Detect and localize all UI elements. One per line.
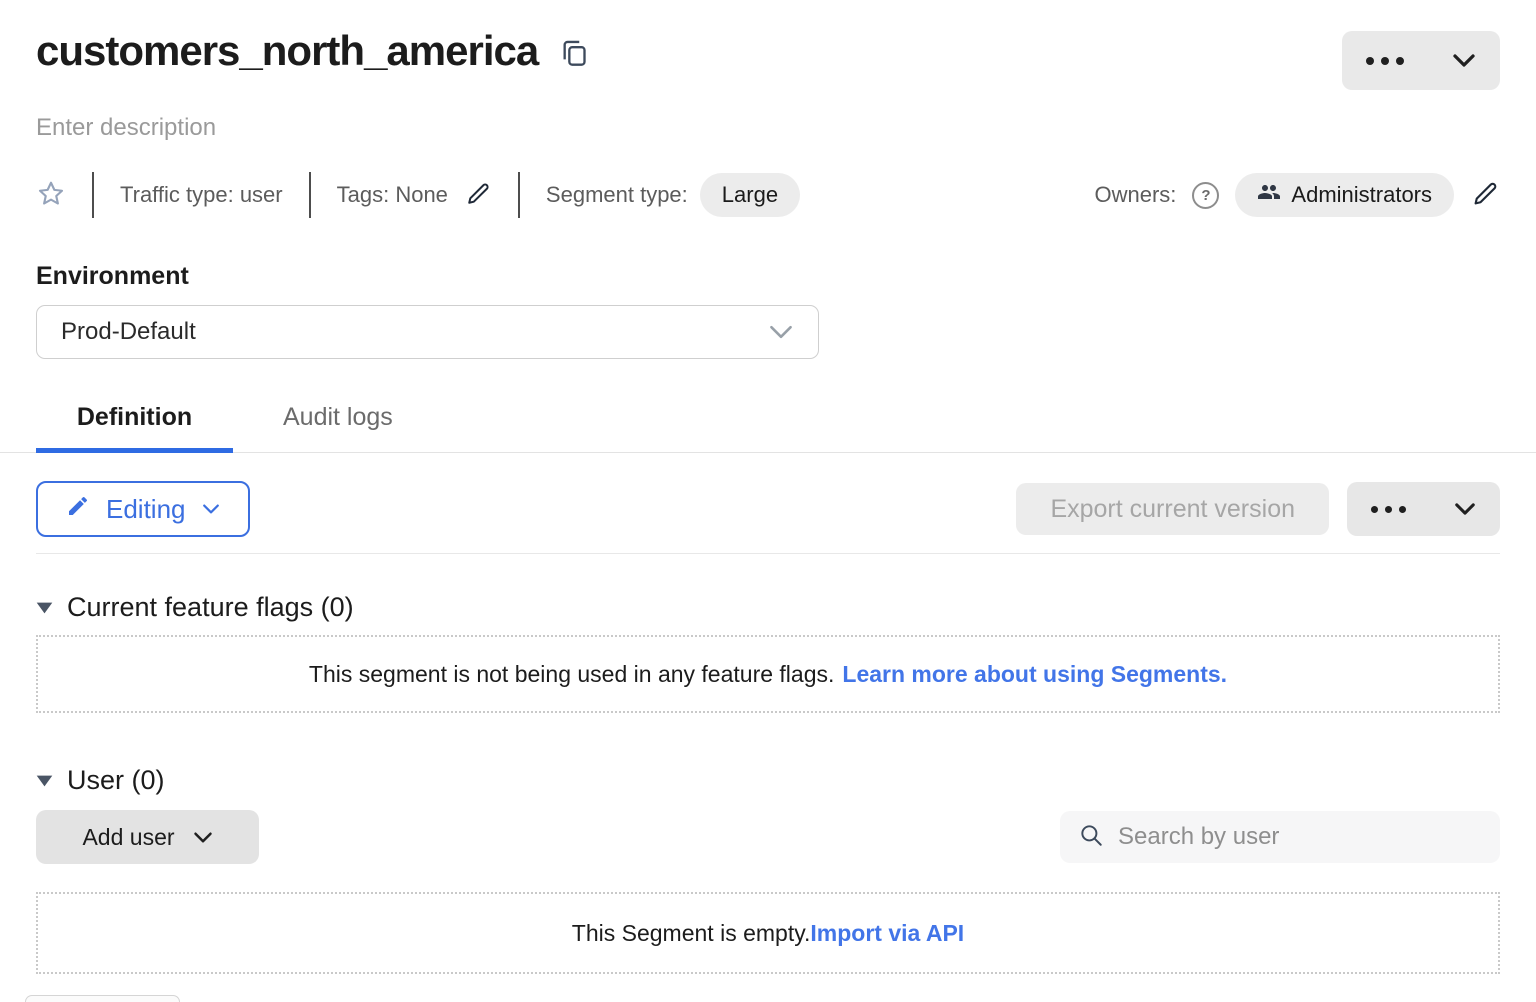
chevron-down-icon (193, 831, 213, 844)
caret-down-icon (36, 602, 53, 614)
copy-icon (560, 37, 588, 72)
search-icon (1078, 822, 1104, 853)
favorite-button[interactable] (36, 179, 66, 212)
copy-name-button[interactable] (558, 35, 590, 74)
ellipsis-icon (1371, 506, 1406, 513)
segment-type-badge: Large (700, 173, 800, 217)
feature-flags-section-header[interactable]: Current feature flags (0) (36, 592, 354, 623)
add-user-label: Add user (82, 824, 174, 851)
owners-badge[interactable]: Administrators (1235, 173, 1454, 217)
feature-flags-section-title: Current feature flags (0) (67, 592, 354, 623)
tab-audit-logs[interactable]: Audit logs (253, 393, 423, 452)
definition-toolbar: Editing Export current version (0, 481, 1536, 537)
divider (518, 172, 520, 218)
ellipsis-icon (1366, 57, 1404, 65)
segment-meta-row: Traffic type: user Tags: None Segment ty… (36, 172, 1500, 218)
description-input[interactable]: Enter description (36, 114, 216, 142)
toolbar-more-menu (1347, 482, 1500, 536)
owners-value: Administrators (1291, 182, 1432, 208)
bottom-cutoff-element (25, 995, 180, 1002)
user-section-header[interactable]: User (0) (36, 765, 165, 796)
toolbar-more-button[interactable] (1347, 482, 1430, 536)
import-via-api-link[interactable]: Import via API (810, 920, 964, 947)
help-icon: ? (1201, 187, 1210, 204)
add-user-button[interactable]: Add user (36, 810, 259, 864)
pencil-icon (1470, 179, 1500, 212)
environment-selected-value: Prod-Default (61, 318, 196, 346)
chevron-down-icon (768, 324, 794, 340)
chevron-down-icon (1454, 502, 1476, 516)
header-more-menu (1342, 31, 1500, 90)
divider (92, 172, 94, 218)
pencil-icon (66, 494, 90, 525)
user-empty-state: This Segment is empty. Import via API (36, 892, 1500, 974)
people-icon (1257, 180, 1281, 210)
edit-owners-button[interactable] (1470, 179, 1500, 212)
chevron-down-icon (1452, 53, 1476, 68)
user-controls-row: Add user (36, 810, 1500, 864)
edit-tags-button[interactable] (464, 180, 492, 211)
environment-select[interactable]: Prod-Default (36, 305, 819, 359)
user-section-title: User (0) (67, 765, 165, 796)
chevron-down-icon (202, 503, 220, 515)
divider (36, 553, 1500, 554)
editing-mode-button[interactable]: Editing (36, 481, 250, 537)
user-empty-text: This Segment is empty. (572, 920, 811, 947)
page-title: customers_north_america (36, 27, 538, 75)
pencil-icon (464, 180, 492, 211)
header-more-chevron-button[interactable] (1428, 31, 1500, 90)
feature-flags-empty-state: This segment is not being used in any fe… (36, 635, 1500, 713)
tab-definition[interactable]: Definition (36, 393, 233, 452)
segment-page: customers_north_america Ente (0, 0, 1536, 1002)
user-search-box (1060, 811, 1500, 863)
header-more-button[interactable] (1342, 31, 1428, 90)
editing-label: Editing (106, 494, 186, 525)
traffic-type-label: Traffic type: user (120, 182, 283, 208)
tab-bar: Definition Audit logs (0, 393, 1536, 453)
page-header: customers_north_america (0, 0, 1536, 90)
toolbar-more-chevron-button[interactable] (1430, 482, 1500, 536)
learn-more-link[interactable]: Learn more about using Segments. (842, 661, 1227, 688)
owners-label: Owners: (1094, 182, 1176, 208)
feature-flags-empty-text: This segment is not being used in any fe… (309, 661, 834, 688)
owners-help-button[interactable]: ? (1192, 182, 1219, 209)
divider (309, 172, 311, 218)
caret-down-icon (36, 775, 53, 787)
star-icon (36, 179, 66, 212)
tags-label: Tags: None (337, 182, 448, 208)
environment-label: Environment (36, 262, 1500, 291)
search-by-user-input[interactable] (1116, 822, 1482, 852)
segment-type-label: Segment type: (546, 182, 688, 208)
export-current-version-button[interactable]: Export current version (1016, 483, 1329, 535)
